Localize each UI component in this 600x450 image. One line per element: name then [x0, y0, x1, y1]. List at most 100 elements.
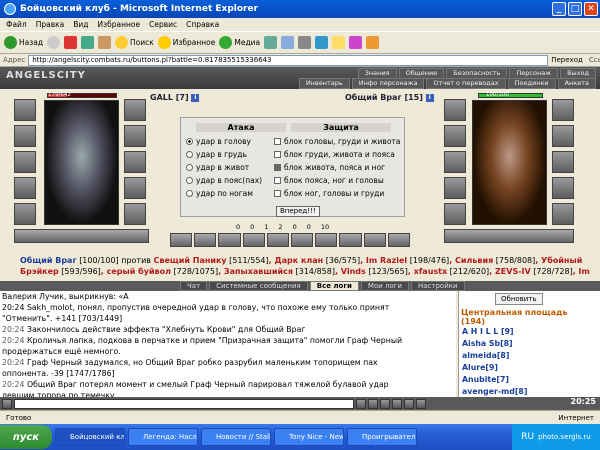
home-icon[interactable] [98, 36, 112, 49]
stop-icon[interactable] [64, 36, 78, 49]
player-item[interactable]: almeida[8] [462, 351, 509, 360]
defense-option-2[interactable]: блок груди, живота и пояса [274, 150, 395, 159]
player-item[interactable]: Aisha Sb[8] [462, 339, 513, 348]
opponent-name[interactable]: , Дарк клан [269, 256, 324, 265]
address-input[interactable]: http://angelscity.combats.ru/buttons.pl?… [28, 54, 549, 66]
tab-settings[interactable]: Настройки [411, 281, 465, 291]
refresh-button[interactable]: Обновить [495, 293, 543, 305]
go-button[interactable]: Переход [548, 56, 586, 64]
slot-boots[interactable] [124, 203, 146, 225]
skill-slot[interactable] [170, 233, 193, 247]
enemy-slot-amulet[interactable] [444, 125, 466, 147]
slot-earrings[interactable] [124, 99, 146, 121]
opponent-name[interactable]: , Im Raziel [360, 256, 407, 265]
defense-option-5[interactable]: блок ног, головы и груди [274, 189, 384, 198]
slot-belt[interactable] [14, 203, 36, 225]
opponent-name[interactable]: , xfaustx [408, 267, 447, 276]
opponent-name[interactable]: , Сильвия [449, 256, 493, 265]
attack-option-chest[interactable]: удар в грудь [186, 150, 247, 159]
nav-transfer-report[interactable]: Отчет о переводах [426, 78, 506, 89]
opponent-name[interactable]: , Im [573, 267, 590, 276]
skill-slot[interactable] [242, 233, 265, 247]
slot-helmet[interactable] [14, 99, 36, 121]
opponent-name[interactable]: Свещий Панику [154, 256, 227, 265]
addon-icon[interactable] [366, 36, 380, 49]
player-item[interactable]: avenger-md[8] [462, 387, 527, 396]
player-item[interactable]: Alure[9] [462, 363, 498, 372]
slot-weapon[interactable] [14, 151, 36, 173]
menu-help[interactable]: Справка [186, 20, 219, 29]
start-button[interactable]: пуск [0, 425, 52, 449]
close-button[interactable]: ✕ [584, 2, 598, 16]
enemy-name[interactable]: Общий Враг [20, 256, 77, 265]
history-icon[interactable] [264, 36, 278, 49]
menu-file[interactable]: Файл [6, 20, 27, 29]
attack-option-head[interactable]: удар в голову [186, 137, 251, 146]
links-label[interactable]: Ссылки [586, 56, 600, 64]
enemy-slot-helmet[interactable] [444, 99, 466, 121]
enemy-slot-belt[interactable] [444, 203, 466, 225]
attack-option-legs[interactable]: удар по ногам [186, 189, 253, 198]
opponent-name[interactable]: , Запыхавшийся [218, 267, 293, 276]
forward-arrow-icon[interactable] [47, 36, 61, 49]
attack-option-belt[interactable]: удар в пояс(пах) [186, 176, 262, 185]
player-item[interactable]: Anubite[7] [462, 375, 509, 384]
search-button[interactable]: Поиск [115, 36, 154, 49]
fight-button[interactable]: Вперед!!! [276, 206, 320, 217]
chat-button[interactable] [356, 398, 366, 409]
slot-leggings[interactable] [124, 177, 146, 199]
nav-battles[interactable]: Поединки [507, 78, 556, 89]
left-player-name[interactable]: GALL [7] i [150, 93, 200, 102]
right-rings-row[interactable] [444, 229, 574, 243]
tab-system[interactable]: Системные сообщения [209, 281, 308, 291]
opponent-name[interactable]: , серый буйвол [101, 267, 171, 276]
tab-chat[interactable]: Чат [180, 281, 208, 291]
enemy-slot-armor[interactable] [444, 177, 466, 199]
chat-button[interactable] [2, 398, 12, 409]
chat-button[interactable] [380, 398, 390, 409]
menu-tools[interactable]: Сервис [149, 20, 177, 29]
skill-slot[interactable] [266, 233, 290, 247]
chat-button[interactable] [416, 398, 426, 409]
skill-slot[interactable] [291, 233, 314, 247]
left-rings-row[interactable] [14, 229, 149, 243]
print-icon[interactable] [298, 36, 312, 49]
player-item[interactable]: A H I L L [9] [462, 327, 514, 336]
defense-option-1[interactable]: блок головы, груди и живота [274, 137, 400, 146]
chat-button[interactable] [392, 398, 402, 409]
enemy-slot-boots[interactable] [552, 203, 574, 225]
back-button[interactable]: Назад [4, 36, 43, 49]
opponent-name[interactable]: , ZEVS-IV [489, 267, 531, 276]
menu-view[interactable]: Вид [73, 20, 88, 29]
slot-shield[interactable] [124, 151, 146, 173]
refresh-icon[interactable] [81, 36, 95, 49]
chat-input[interactable] [14, 398, 354, 409]
slot-gloves[interactable] [124, 125, 146, 147]
skill-slot[interactable] [387, 233, 411, 247]
edit-icon[interactable] [315, 36, 329, 49]
right-player-name[interactable]: Общий Враг [15] i [345, 93, 434, 102]
folder-icon[interactable] [332, 36, 346, 49]
defense-option-4[interactable]: блок пояса, ног и головы [274, 176, 384, 185]
slot-amulet[interactable] [14, 125, 36, 147]
enemy-slot-leggings[interactable] [552, 177, 574, 199]
task-button[interactable]: Легенда: Наслед... [128, 428, 198, 446]
enemy-slot-weapon[interactable] [444, 151, 466, 173]
mail-icon[interactable] [281, 36, 295, 49]
enemy-slot-gloves[interactable] [552, 125, 574, 147]
task-button[interactable]: Бойцовский клуб ... [55, 428, 125, 446]
tab-my-logs[interactable]: Мои логи [360, 281, 409, 291]
chat-button[interactable] [368, 398, 378, 409]
nav-inventory[interactable]: Инвентарь [298, 78, 350, 89]
menu-favorites[interactable]: Избранное [98, 20, 141, 29]
menu-edit[interactable]: Правка [36, 20, 65, 29]
messenger-icon[interactable] [349, 36, 363, 49]
task-button[interactable]: Tony Nice - New E... [274, 428, 344, 446]
nav-profile[interactable]: Анкета [557, 78, 596, 89]
attack-option-stomach[interactable]: удар в живот [186, 163, 249, 172]
slot-armor[interactable] [14, 177, 36, 199]
minimize-button[interactable]: _ [552, 2, 566, 16]
defense-option-3[interactable]: блок живота, пояса и ног [274, 163, 385, 172]
skill-slot[interactable] [339, 233, 362, 247]
maximize-button[interactable]: □ [568, 2, 582, 16]
